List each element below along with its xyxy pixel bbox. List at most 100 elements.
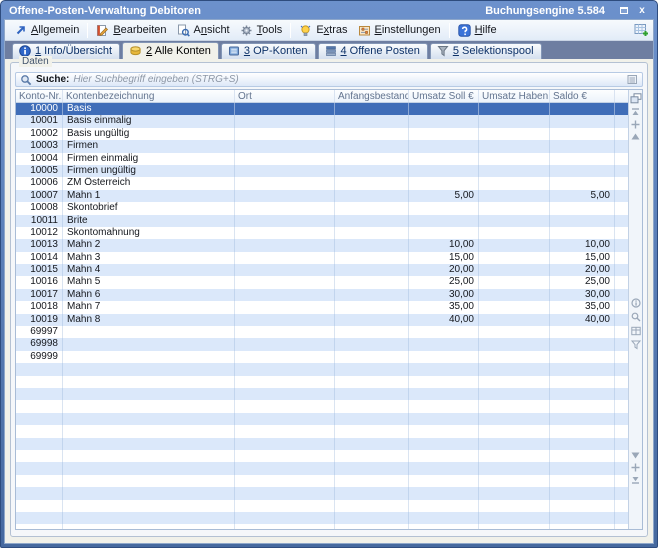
scroll-top-icon[interactable] [631,108,640,116]
cell-bezeichnung [63,487,235,499]
tab-2-alle-konten[interactable]: 2 Alle Konten [122,42,219,59]
triangle-down-icon[interactable] [631,452,640,459]
search-options-icon[interactable] [627,74,638,85]
cell-bezeichnung: Firmen einmalig [63,153,235,165]
cell-anfangsbestand [335,103,409,115]
filter-small-icon[interactable] [631,340,641,350]
menu-item-hilfe[interactable]: Hilfe [453,23,502,38]
cell-ort [235,103,335,115]
close-button[interactable]: x [635,4,649,17]
tab-4-offene-posten[interactable]: 4 Offene Posten [318,43,428,59]
table-row[interactable]: 10001Basis einmalig [16,115,628,127]
cell-bezeichnung: Mahn 6 [63,289,235,301]
table-row[interactable]: 10014Mahn 315,0015,00 [16,252,628,264]
search-label: Suche: [36,74,69,85]
cell-bezeichnung: Basis ungültig [63,128,235,140]
cell-ort [235,338,335,350]
column-header-kontenbezeichnung[interactable]: Kontenbezeichnung [63,90,235,102]
menu-item-einstellungen[interactable]: Einstellungen [353,23,446,38]
tab-3-op-konten[interactable]: 3 OP-Konten [221,43,316,59]
plus-small-icon[interactable] [631,463,640,472]
cell-konto: 10004 [16,153,63,165]
magnifier-small-icon[interactable] [631,312,641,322]
cell-saldo [550,115,615,127]
cell-anfangsbestand [335,388,409,400]
cell-bezeichnung [63,326,235,338]
cell-anfangsbestand [335,215,409,227]
column-chooser-icon[interactable] [630,93,642,104]
restore-button[interactable] [617,4,631,17]
table-row[interactable]: 10019Mahn 840,0040,00 [16,314,628,326]
cell-spare [615,239,628,251]
scroll-bottom-icon[interactable] [631,476,640,484]
cell-soll [409,462,479,474]
cell-spare [615,400,628,412]
cell-spare [615,252,628,264]
table-row-empty [16,400,628,412]
cell-ort [235,239,335,251]
cell-soll [409,338,479,350]
table-row[interactable]: 10011Brite [16,215,628,227]
cell-ort [235,475,335,487]
menu-item-ansicht[interactable]: Ansicht [172,23,235,38]
cell-spare [615,500,628,512]
cell-bezeichnung: Firmen [63,140,235,152]
cell-soll: 40,00 [409,314,479,326]
cell-konto [16,376,63,388]
accounts-grid: Konto-Nr.KontenbezeichnungOrtAnfangsbest… [15,89,643,530]
table-row[interactable]: 10018Mahn 735,0035,00 [16,301,628,313]
column-header-anfangsbestand[interactable]: Anfangsbestand [335,90,409,102]
search-input[interactable]: Suche: Hier Suchbegriff eingeben (STRG+S… [15,72,643,87]
table-row[interactable]: 10008Skontobrief [16,202,628,214]
info-small-icon[interactable] [631,298,641,308]
table-row[interactable]: 10006ZM Österreich [16,177,628,189]
column-header-ort[interactable]: Ort [235,90,335,102]
column-header-umsatz-soll[interactable]: Umsatz Soll € [409,90,479,102]
table-row[interactable]: 10004Firmen einmalig [16,153,628,165]
cell-anfangsbestand [335,128,409,140]
cell-anfangsbestand [335,301,409,313]
cell-spare [615,153,628,165]
table-small-icon[interactable] [631,326,641,336]
table-row[interactable]: 69999 [16,351,628,363]
cell-soll [409,487,479,499]
table-row[interactable]: 10016Mahn 525,0025,00 [16,276,628,288]
cell-bezeichnung [63,462,235,474]
plus-small-icon[interactable] [631,120,640,129]
tab-5-selektionspool[interactable]: 5 Selektionspool [430,43,542,59]
table-row[interactable]: 10015Mahn 420,0020,00 [16,264,628,276]
table-row[interactable]: 10007Mahn 15,005,00 [16,190,628,202]
triangle-up-icon[interactable] [631,133,640,140]
cell-saldo: 20,00 [550,264,615,276]
cell-ort [235,165,335,177]
table-row[interactable]: 10005Firmen ungültig [16,165,628,177]
table-row[interactable]: 69998 [16,338,628,350]
table-row[interactable]: 10013Mahn 210,0010,00 [16,239,628,251]
column-header-umsatz-haben[interactable]: Umsatz Haben € [479,90,550,102]
menu-item-extras[interactable]: Extras [294,23,352,38]
cell-konto: 10012 [16,227,63,239]
column-header-saldo[interactable]: Saldo € [550,90,615,102]
tab-label: 2 Alle Konten [146,45,211,57]
table-row[interactable]: 10017Mahn 630,0030,00 [16,289,628,301]
table-row[interactable]: 10003Firmen [16,140,628,152]
tab-label: 5 Selektionspool [453,45,534,57]
cell-saldo: 25,00 [550,276,615,288]
cell-soll [409,363,479,375]
table-row[interactable]: 10012Skontomahnung [16,227,628,239]
table-row[interactable]: 10000Basis [16,103,628,115]
menu-item-tools[interactable]: Tools [235,23,288,38]
grid-add-icon[interactable] [634,23,649,37]
cell-saldo [550,524,615,529]
table-row-empty [16,438,628,450]
table-row[interactable]: 10002Basis ungültig [16,128,628,140]
menu-item-bearbeiten[interactable]: Bearbeiten [91,23,171,38]
cell-anfangsbestand [335,252,409,264]
cell-saldo [550,140,615,152]
search-placeholder: Hier Suchbegriff eingeben (STRG+S) [73,74,238,85]
table-row[interactable]: 69997 [16,326,628,338]
cell-soll [409,524,479,529]
cell-haben [479,425,550,437]
menu-item-allgemein[interactable]: Allgemein [9,23,84,38]
column-header-konto-nr[interactable]: Konto-Nr. [16,90,63,102]
